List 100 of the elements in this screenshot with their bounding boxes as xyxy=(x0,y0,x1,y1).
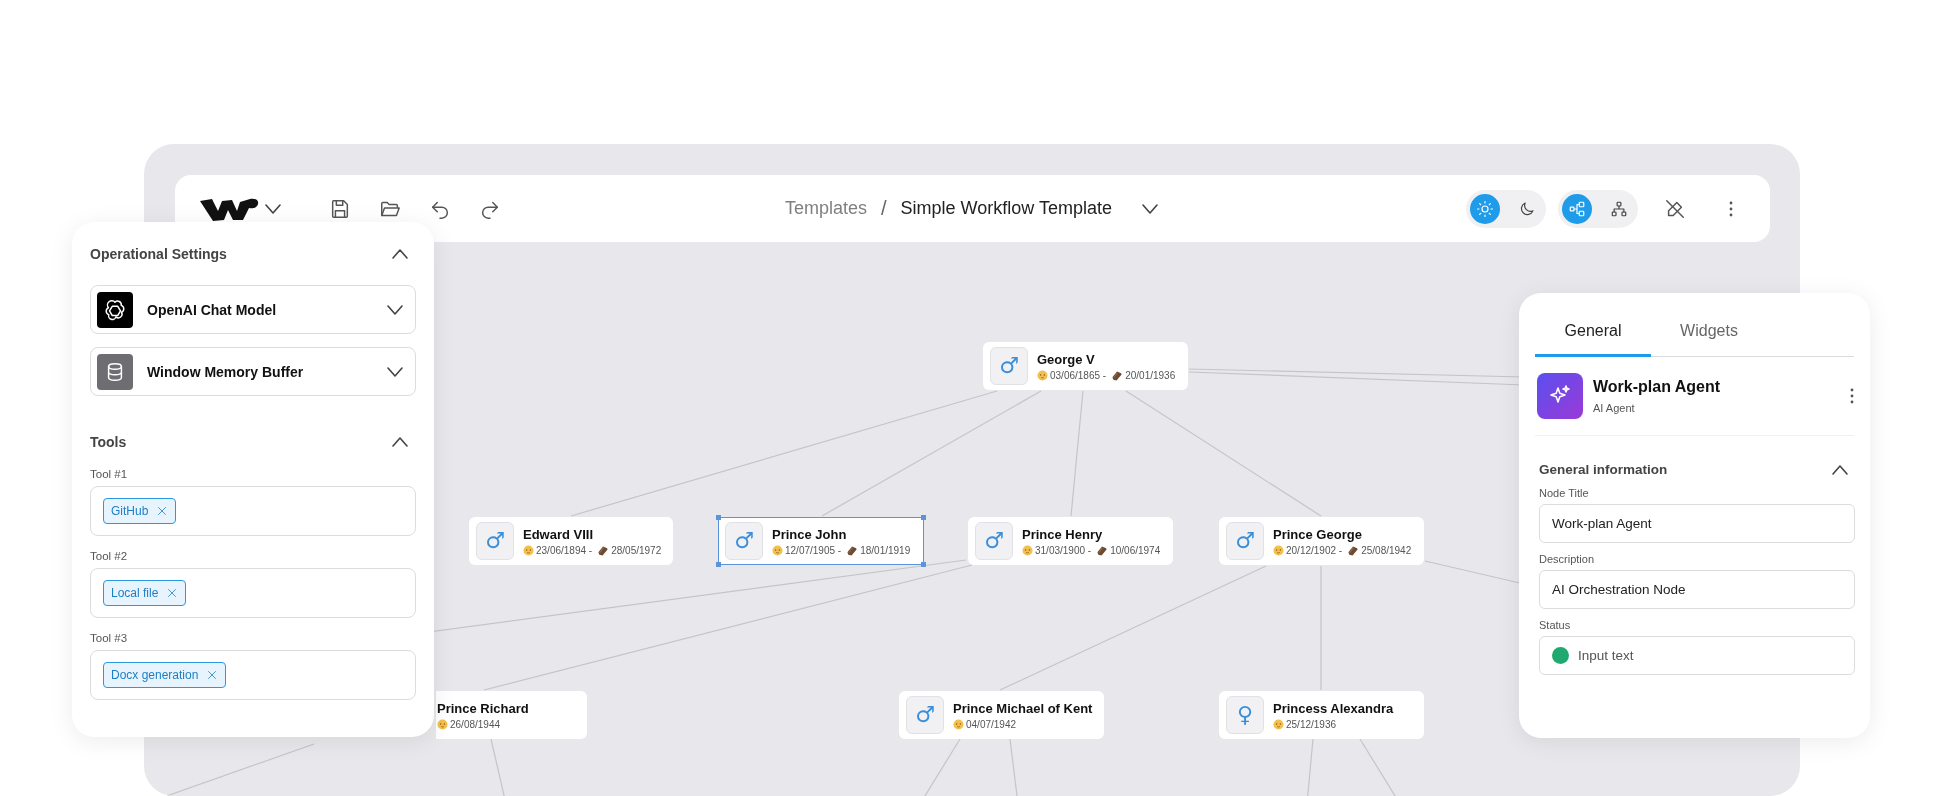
gender-symbol: ♂ xyxy=(485,530,505,552)
emoji-face-icon xyxy=(437,718,448,730)
field-label: Node Title xyxy=(1539,487,1590,499)
model-dropdown[interactable]: OpenAI Chat Model xyxy=(90,285,416,334)
person-node[interactable]: ♂ Prince Michael of Kent 04/07/1942 xyxy=(899,691,1104,739)
graph-view-button[interactable] xyxy=(1562,193,1592,224)
person-node[interactable]: ♂ Prince John 12/07/1905 - 18/01/1919 xyxy=(718,517,924,565)
birth-date: 12/07/1905 - xyxy=(785,544,842,556)
gender-symbol: ♂ xyxy=(915,704,935,726)
birth-date: 23/06/1894 - xyxy=(536,544,593,556)
dropdown-label: OpenAI Chat Model xyxy=(147,301,278,318)
person-name: Prince Richard xyxy=(437,700,529,716)
resize-handle[interactable] xyxy=(921,562,926,567)
birth-date: 04/07/1942 xyxy=(966,718,1017,730)
caret-icon xyxy=(265,203,281,214)
emoji-face-icon xyxy=(1037,369,1048,381)
sun-icon xyxy=(1476,199,1494,218)
node-graph-icon xyxy=(1568,199,1586,218)
field-label: Description xyxy=(1539,553,1596,565)
tool-chip[interactable]: GitHub xyxy=(103,498,177,524)
collapse-button[interactable] xyxy=(392,249,408,259)
gender-symbol: ♂ xyxy=(1235,530,1255,552)
panel-tab[interactable]: Widgets xyxy=(1651,307,1767,357)
tool-select-field[interactable]: Local file xyxy=(90,568,416,618)
gender-symbol: ♀ xyxy=(1236,704,1254,726)
gender-symbol: ♂ xyxy=(999,355,1019,377)
person-name: Prince John xyxy=(772,526,848,542)
coffin-icon xyxy=(1347,544,1360,556)
caret-icon xyxy=(1142,203,1158,214)
agent-title: Work-plan Agent xyxy=(1593,378,1722,396)
connector-line xyxy=(1306,738,1314,796)
collapse-button[interactable] xyxy=(1832,464,1848,475)
person-name: Prince Henry xyxy=(1022,526,1104,542)
person-node[interactable]: ♂ George V 03/06/1865 - 20/01/1936 xyxy=(983,342,1188,390)
remove-icon xyxy=(166,587,179,599)
more-button[interactable] xyxy=(1850,388,1854,404)
person-name: Prince George xyxy=(1273,526,1363,542)
person-node[interactable]: ♂ Prince Henry 31/03/1900 - 10/06/1974 xyxy=(968,517,1173,565)
text-input[interactable]: Work-plan Agent xyxy=(1539,504,1855,543)
section-title: Operational Settings xyxy=(90,246,227,262)
coffin-icon xyxy=(1111,369,1124,381)
emoji-face-icon xyxy=(953,718,964,730)
dropdown-label: Window Memory Buffer xyxy=(147,363,305,380)
tool-chip[interactable]: Docx generation xyxy=(103,662,227,688)
person-node[interactable]: ♂ Prince George 20/12/1902 - 25/08/1942 xyxy=(1219,517,1424,565)
person-name: Edward VIII xyxy=(523,526,595,542)
moon-icon xyxy=(1518,199,1536,218)
agent-type: AI Agent xyxy=(1593,402,1636,414)
tool-select-field[interactable]: GitHub xyxy=(90,486,416,536)
chevron-up-icon xyxy=(392,249,408,259)
chevron-down-icon xyxy=(387,304,403,315)
emoji-face-icon xyxy=(772,544,783,556)
breadcrumb-separator: / xyxy=(881,197,887,220)
model-dropdown[interactable]: Window Memory Buffer xyxy=(90,347,416,396)
field-label: Tool #3 xyxy=(90,632,129,644)
chevron-up-icon xyxy=(1832,464,1848,475)
panel-tab[interactable]: General xyxy=(1535,307,1651,357)
knot-icon xyxy=(104,298,126,321)
tool-chip[interactable]: Local file xyxy=(103,580,187,606)
death-date: 20/01/1936 xyxy=(1125,369,1176,381)
birth-date: 20/12/1902 - xyxy=(1286,544,1343,556)
breadcrumb-link[interactable]: Simple Workflow Template xyxy=(900,198,1112,219)
death-date: 28/05/1972 xyxy=(611,544,662,556)
status-field[interactable]: Input text xyxy=(1539,636,1855,675)
pen-off-icon xyxy=(1664,197,1686,220)
tool-select-field[interactable]: Docx generation xyxy=(90,650,416,700)
birth-date: 25/12/1936 xyxy=(1286,718,1337,730)
person-node[interactable]: ♂ Edward VIII 23/06/1894 - 28/05/1972 xyxy=(469,517,673,565)
kebab-menu-icon xyxy=(1850,388,1854,404)
birth-date: 26/08/1944 xyxy=(450,718,501,730)
emoji-face-icon xyxy=(1273,544,1284,556)
death-date: 25/08/1942 xyxy=(1361,544,1412,556)
chevron-down-icon xyxy=(387,366,403,377)
text-input[interactable]: AI Orchestration Node xyxy=(1539,570,1855,609)
field-label: Tool #2 xyxy=(90,550,129,562)
gender-symbol: ♂ xyxy=(984,530,1004,552)
coffin-icon xyxy=(597,544,610,556)
chevron-up-icon xyxy=(392,437,408,447)
emoji-face-icon xyxy=(1273,718,1284,730)
resize-handle[interactable] xyxy=(716,562,721,567)
birth-date: 31/03/1900 - xyxy=(1035,544,1092,556)
breadcrumb-link[interactable]: Templates xyxy=(785,198,868,219)
emoji-face-icon xyxy=(1022,544,1033,556)
person-node[interactable]: ♀ Princess Alexandra 25/12/1936 xyxy=(1219,691,1424,739)
remove-icon xyxy=(206,669,219,681)
resize-handle[interactable] xyxy=(921,515,926,520)
connector-line xyxy=(490,738,507,796)
section-title: General information xyxy=(1539,462,1668,477)
light-mode-button[interactable] xyxy=(1470,193,1500,224)
collapse-button[interactable] xyxy=(392,437,408,447)
hierarchy-icon xyxy=(1610,199,1628,218)
kebab-menu-icon xyxy=(1729,200,1733,217)
death-date: 10/06/1974 xyxy=(1110,544,1161,556)
resize-handle[interactable] xyxy=(716,515,721,520)
emoji-face-icon xyxy=(523,544,534,556)
birth-date: 03/06/1865 - xyxy=(1050,369,1107,381)
field-label: Status xyxy=(1539,619,1572,631)
field-label: Tool #1 xyxy=(90,468,129,480)
death-date: 18/01/1919 xyxy=(860,544,911,556)
person-node[interactable]: Prince Richard 26/08/1944 xyxy=(436,691,587,739)
